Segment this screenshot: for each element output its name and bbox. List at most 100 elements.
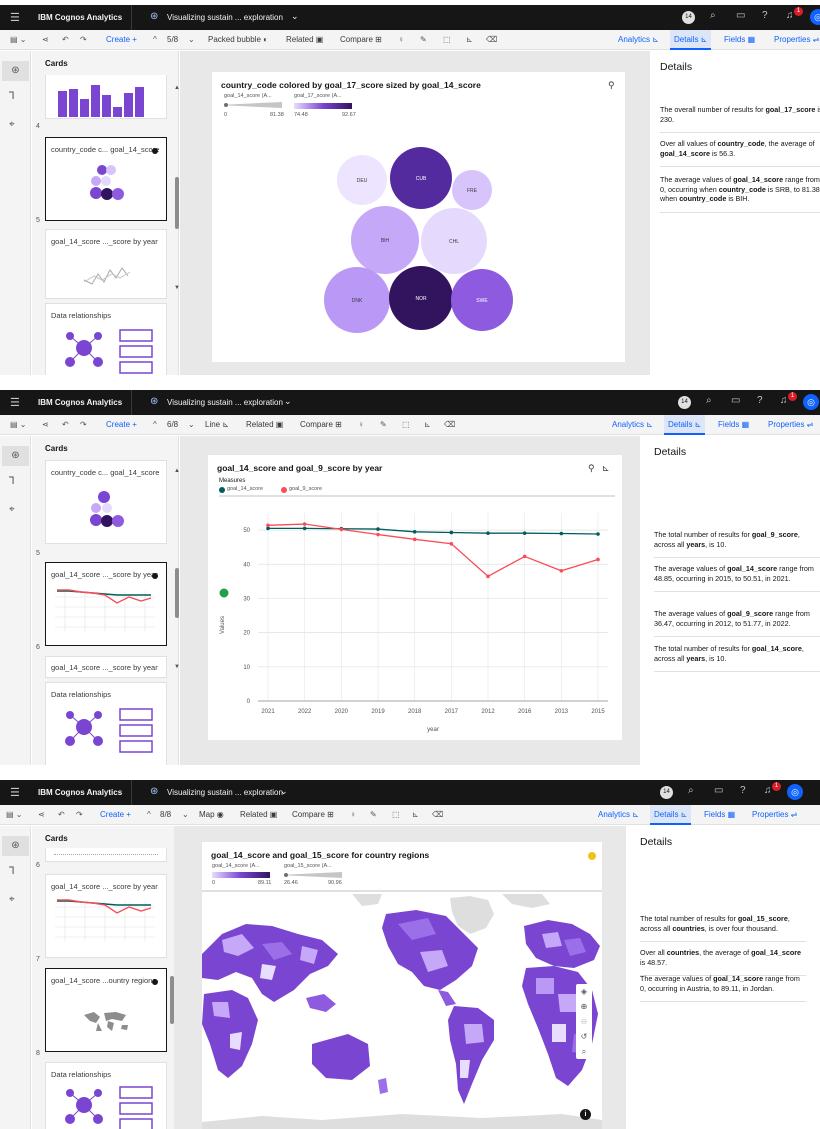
search-icon[interactable]: ⌕ [576,1044,592,1059]
data-point[interactable] [412,530,417,534]
tab-fields[interactable]: Fields ▦ [700,805,739,825]
notifications-icon[interactable]: ♫ [780,395,788,406]
tab-properties[interactable]: Properties ⇌ [764,415,817,435]
layout-icon[interactable]: ▤ ⌄ [6,810,22,819]
zoom-in-icon[interactable]: ⊕ [576,999,592,1014]
data-point[interactable] [559,568,564,573]
tab-fields[interactable]: Fields ▦ [714,415,753,435]
fit-icon[interactable]: ⬚ [392,810,400,819]
viz-type-button[interactable]: Packed bubble ◐ [208,35,268,44]
card[interactable]: country_code c... goal_14_score [45,460,167,544]
notifications-icon[interactable]: ♫ [764,785,772,796]
data-point[interactable] [266,523,270,528]
exploration-title[interactable]: Visualizing sustain ... exploration [167,788,283,797]
share-icon[interactable]: ⋖ [42,420,49,429]
tab-fields[interactable]: Fields ▦ [720,30,759,50]
lightbulb-icon[interactable]: ♀ [350,810,356,819]
info-icon[interactable]: i [580,1109,591,1120]
tab-properties[interactable]: Properties ⇌ [748,805,801,825]
chevron-down-icon[interactable]: ⌄ [280,786,288,797]
create-button[interactable]: Create + [106,35,137,44]
undo-icon[interactable]: ↶ [62,420,69,429]
explore-icon[interactable]: ⊛ [2,836,29,856]
chat-icon[interactable]: ▭ [736,10,745,21]
search-icon[interactable]: ⌕ [688,785,694,796]
menu-icon[interactable]: ☰ [10,11,20,24]
pin-icon[interactable]: ⌖ [9,504,15,515]
related-button[interactable]: Related ▣ [240,810,277,819]
data-point[interactable] [522,554,527,559]
related-button[interactable]: Related ▣ [246,420,283,429]
layout-icon[interactable]: ▤ ⌄ [10,35,26,44]
card-selected[interactable]: goal_14_score ...ountry regions [45,968,167,1052]
viz-type-button[interactable]: Map ◉ [199,810,224,819]
help-icon[interactable]: ? [757,395,763,406]
help-icon[interactable]: ? [740,785,746,796]
user-count-badge[interactable]: 14 [660,786,673,799]
data-point[interactable] [522,531,527,535]
notifications-icon[interactable]: ♫ [786,10,794,21]
tab-analytics[interactable]: Analytics ⊾ [614,30,663,50]
exploration-title[interactable]: Visualizing sustain ... exploration [167,13,283,22]
axis-badge-icon[interactable] [219,588,229,598]
undo-icon[interactable]: ↶ [58,810,65,819]
cards-scrollbar[interactable] [175,568,179,618]
delete-icon[interactable]: ⌫ [444,420,455,429]
layers-icon[interactable]: ◈ [576,984,592,999]
data-point[interactable] [559,531,564,536]
data-point[interactable] [339,527,344,532]
data-point[interactable] [412,537,417,542]
compare-button[interactable]: Compare ⊞ [300,420,342,429]
explore-icon[interactable]: ⊛ [2,61,29,81]
data-point[interactable] [486,574,490,579]
insight-icon[interactable] [588,852,596,860]
card[interactable] [45,848,167,862]
card-selected[interactable]: country_code c... goal_14_score [45,137,167,221]
tab-details[interactable]: Details ⊾ [670,30,712,50]
fit-icon[interactable]: ⬚ [402,420,410,429]
data-point[interactable] [302,526,307,531]
card[interactable]: Data relationships [45,303,167,375]
card[interactable]: Data relationships [45,1062,167,1129]
menu-icon[interactable]: ☰ [10,786,20,799]
lightbulb-icon[interactable]: ♀ [398,35,404,44]
card[interactable]: Data relationships [45,682,167,765]
data-point[interactable] [596,532,600,536]
delete-icon[interactable]: ⌫ [486,35,497,44]
search-icon[interactable]: ⌕ [710,10,716,21]
menu-icon[interactable]: ☰ [10,396,20,409]
search-icon[interactable]: ⌕ [706,395,712,406]
redo-icon[interactable]: ↷ [76,810,83,819]
cards-scrollbar[interactable] [175,177,179,229]
redo-icon[interactable]: ↷ [80,35,87,44]
share-icon[interactable]: ⋖ [42,35,49,44]
chart-icon[interactable]: ⊾ [424,420,431,429]
data-tree-icon[interactable]: ⅂ [9,91,15,102]
lightbulb-icon[interactable]: ♀ [358,420,364,429]
card[interactable]: goal_14_score ..._score by year [45,874,167,958]
chat-icon[interactable]: ▭ [731,395,740,406]
tab-analytics[interactable]: Analytics ⊾ [608,415,657,435]
next-icon[interactable]: ⌄ [188,420,195,429]
viz-type-button[interactable]: Line ⊾ [205,420,229,429]
tab-details[interactable]: Details ⊾ [664,415,706,435]
card[interactable] [45,75,167,119]
user-count-badge[interactable]: 14 [682,11,695,24]
layout-icon[interactable]: ▤ ⌄ [10,420,26,429]
tab-analytics[interactable]: Analytics ⊾ [594,805,643,825]
pin-icon[interactable]: ✎ [380,420,387,429]
pin-icon[interactable]: ⌖ [9,894,15,905]
help-icon[interactable]: ? [762,10,768,21]
user-count-badge[interactable]: 14 [678,396,691,409]
redo-icon[interactable]: ↷ [80,420,87,429]
share-icon[interactable]: ⋖ [38,810,45,819]
card[interactable]: goal_14_score ..._score by year [45,229,167,299]
card-menu-icon[interactable] [152,979,158,985]
chart-icon[interactable]: ⊾ [412,810,419,819]
card-selected[interactable]: goal_14_score ..._score by year [45,562,167,646]
data-point[interactable] [449,541,454,546]
zoom-out-icon[interactable]: ⊖ [576,1014,592,1029]
card[interactable]: goal_14_score ..._score by year [45,656,167,678]
previous-icon[interactable]: ^ [147,810,151,819]
user-avatar[interactable]: ◎ [803,394,819,410]
